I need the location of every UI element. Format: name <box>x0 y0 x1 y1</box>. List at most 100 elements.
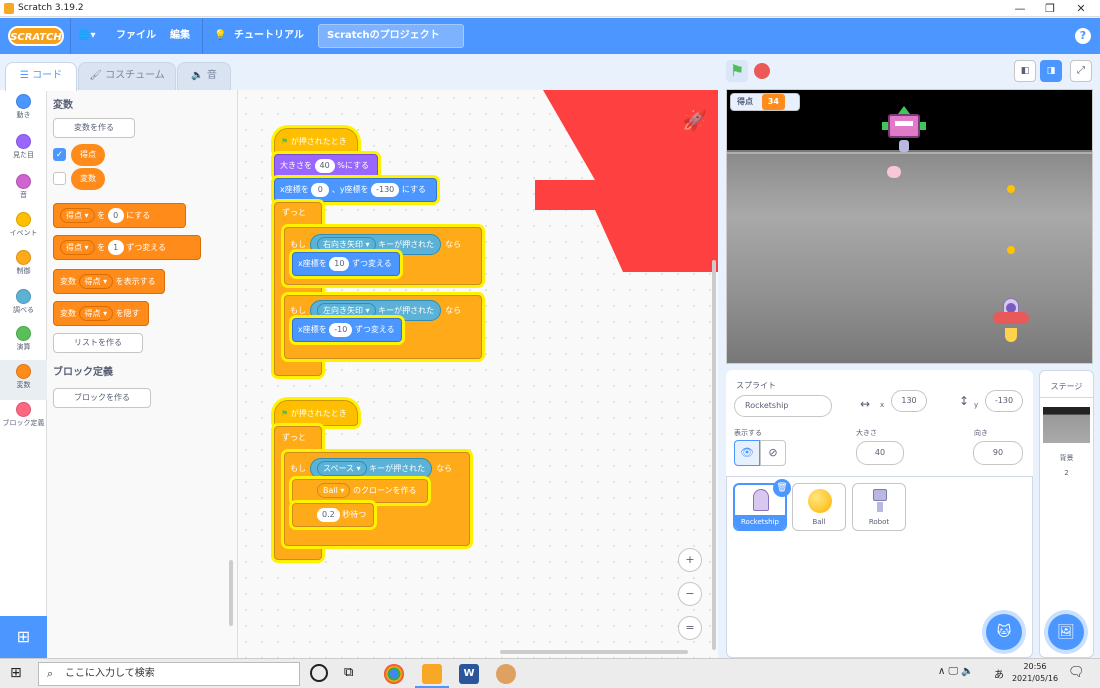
variable-monitor[interactable]: 得点 34 <box>730 93 800 111</box>
category-item[interactable]: 変数 <box>0 360 47 400</box>
green-flag-icon[interactable]: ⚑ <box>726 60 748 82</box>
category-item[interactable]: 調べる <box>0 285 47 325</box>
tab-code[interactable]: ☰ コード <box>5 62 77 91</box>
key-dropdown[interactable]: 右向き矢印 ▾ <box>317 237 376 252</box>
when-flag-clicked-hat[interactable]: ⚑ が押されたとき <box>274 400 358 426</box>
hide-eye-icon[interactable]: ⊘ <box>760 440 786 466</box>
make-block-button[interactable]: ブロックを作る <box>53 388 151 408</box>
help-icon[interactable]: ? <box>1075 28 1091 44</box>
show-eye-icon[interactable]: 👁 <box>734 440 760 466</box>
cortana-icon[interactable] <box>310 664 328 682</box>
tab-sounds[interactable]: 🔈 音 <box>177 62 231 90</box>
change-x-block[interactable]: x座標を -10 ずつ変える <box>292 318 402 342</box>
variable-checkbox-var[interactable] <box>53 172 66 185</box>
script-horizontal-scrollbar[interactable] <box>500 650 688 654</box>
project-title-input[interactable]: Scratchのプロジェクト <box>318 24 464 48</box>
category-item[interactable]: 演算 <box>0 322 47 362</box>
minimize-button[interactable]: — <box>1005 1 1035 16</box>
taskbar-clock[interactable]: 20:56 2021/05/16 <box>1010 661 1060 685</box>
goto-xy-block[interactable]: x座標を 0 、y座標を -130 にする <box>274 178 437 202</box>
windows-start-icon[interactable]: ⊞ <box>10 665 22 681</box>
zoom-in-icon[interactable]: + <box>678 548 702 572</box>
change-x-block[interactable]: x座標を 10 ずつ変える <box>292 252 400 276</box>
variable-reporter-score[interactable]: 得点 <box>71 144 105 166</box>
wait-input[interactable]: 0.2 <box>317 508 340 522</box>
add-extension-icon[interactable]: ⊞ <box>0 616 47 658</box>
taskbar-search-input[interactable]: ⌕ ここに入力して検索 <box>38 662 300 686</box>
variable-reporter-var[interactable]: 変数 <box>71 168 105 190</box>
hide-variable-block[interactable]: 変数 得点 ▾ を隠す <box>53 301 149 326</box>
small-stage-icon[interactable]: ◧ <box>1014 60 1036 82</box>
change-x-input[interactable]: -10 <box>329 323 353 337</box>
clone-target-dropdown[interactable]: Ball ▾ <box>317 483 351 498</box>
edit-menu[interactable]: 編集 <box>170 27 190 45</box>
fullscreen-icon[interactable]: ⤢ <box>1070 60 1092 82</box>
category-item[interactable]: イベント <box>0 208 47 248</box>
key-dropdown[interactable]: スペース ▾ <box>317 461 367 476</box>
close-button[interactable]: ✕ <box>1066 1 1096 16</box>
variable-checkbox-score[interactable]: ✓ <box>53 148 66 161</box>
ime-indicator[interactable]: あ <box>994 666 1004 681</box>
change-x-input[interactable]: 10 <box>329 257 350 271</box>
word-icon[interactable]: W <box>459 664 479 684</box>
sprite-tile-ball[interactable]: Ball <box>792 483 846 531</box>
stage-canvas[interactable]: 得点 34 <box>726 89 1093 364</box>
category-item[interactable]: ブロック定義 <box>0 398 47 438</box>
x-input[interactable]: 0 <box>311 183 330 197</box>
category-item[interactable]: 音 <box>0 170 47 210</box>
var-dropdown[interactable]: 得点 ▾ <box>78 274 114 289</box>
value-input[interactable]: 1 <box>107 240 124 255</box>
tray-icons[interactable]: ∧ 🖵 🔈 <box>938 666 974 677</box>
ball-clone[interactable] <box>1007 246 1015 254</box>
y-input[interactable]: -130 <box>985 390 1023 412</box>
direction-input[interactable]: 90 <box>973 441 1023 465</box>
when-flag-clicked-hat[interactable]: ⚑ が押されたとき <box>274 128 358 154</box>
size-input[interactable]: 40 <box>314 159 335 173</box>
notification-icon[interactable]: 🗨 <box>1068 665 1085 680</box>
set-size-block[interactable]: 大きさを 40 %にする <box>274 154 378 178</box>
maximize-button[interactable]: ❐ <box>1035 1 1065 16</box>
y-input[interactable]: -130 <box>371 183 400 197</box>
normal-stage-icon[interactable]: ◨ <box>1040 60 1062 82</box>
rocketship-sprite[interactable] <box>993 298 1029 346</box>
language-menu-icon[interactable]: 🌐▾ <box>78 27 95 45</box>
value-input[interactable]: 0 <box>107 208 124 223</box>
sprite-name-input[interactable]: Rocketship <box>734 395 832 417</box>
key-dropdown[interactable]: 左向き矢印 ▾ <box>317 303 376 318</box>
var-dropdown[interactable]: 得点 ▾ <box>60 240 95 255</box>
scratch-taskbar-icon[interactable] <box>422 664 442 684</box>
category-item[interactable]: 制御 <box>0 246 47 286</box>
category-item[interactable]: 見た目 <box>0 130 47 170</box>
chrome-icon[interactable] <box>384 664 404 684</box>
size-input[interactable]: 40 <box>856 441 904 465</box>
script-vertical-scrollbar[interactable] <box>712 260 716 650</box>
tab-costumes[interactable]: 🖌 コスチューム <box>78 62 176 90</box>
sprite-tile-robot[interactable]: Robot <box>852 483 906 531</box>
script-area[interactable]: 🚀 ⚑ が押されたとき 大きさを 40 %にする x座標を 0 、y座標を -1… <box>238 90 718 658</box>
wait-block[interactable]: 0.2 秒待つ <box>292 503 374 527</box>
delete-trash-icon[interactable]: 🗑 <box>773 479 791 497</box>
create-clone-block[interactable]: Ball ▾ のクローンを作る <box>292 479 428 503</box>
zoom-out-icon[interactable]: − <box>678 582 702 606</box>
x-input[interactable]: 130 <box>891 390 927 412</box>
make-variable-button[interactable]: 変数を作る <box>53 118 135 138</box>
change-variable-block[interactable]: 得点 ▾ を 1 ずつ変える <box>53 235 201 260</box>
key-pressed-sensing[interactable]: スペース ▾ キーが押された <box>310 458 433 479</box>
ball-clone[interactable] <box>1007 185 1015 193</box>
palette-scrollbar[interactable] <box>229 560 233 626</box>
robot-sprite[interactable] <box>882 106 926 160</box>
make-list-button[interactable]: リストを作る <box>53 333 143 353</box>
show-variable-block[interactable]: 変数 得点 ▾ を表示する <box>53 269 165 294</box>
cookie-app-icon[interactable] <box>496 664 516 684</box>
var-dropdown[interactable]: 得点 ▾ <box>60 208 95 223</box>
var-dropdown[interactable]: 得点 ▾ <box>78 306 114 321</box>
category-item[interactable]: 動き <box>0 90 47 130</box>
set-variable-block[interactable]: 得点 ▾ を 0 にする <box>53 203 186 228</box>
choose-sprite-cat-icon[interactable]: 🐱 <box>986 614 1022 650</box>
tutorial-lightbulb-icon[interactable]: 💡 <box>214 27 226 45</box>
scratch-logo[interactable]: SCRATCH <box>8 26 64 46</box>
choose-backdrop-icon[interactable]: 🖼 <box>1048 614 1084 650</box>
stop-icon[interactable] <box>754 63 770 79</box>
zoom-reset-icon[interactable]: = <box>678 616 702 640</box>
task-view-icon[interactable]: ⧉ <box>344 665 353 680</box>
